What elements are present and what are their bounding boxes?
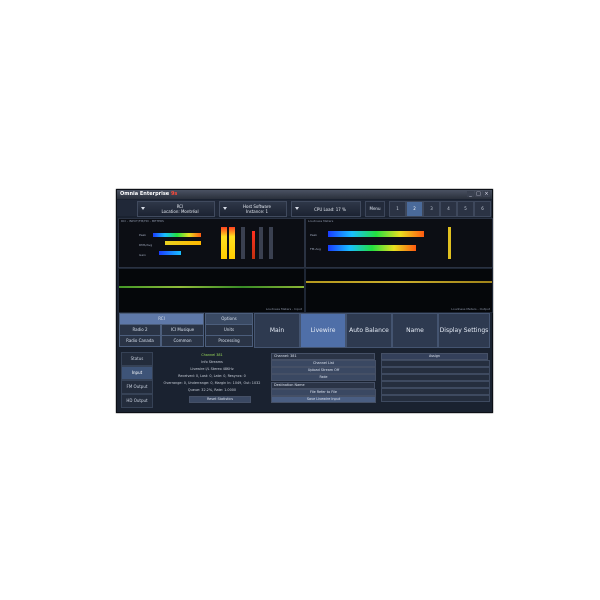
cpu-select[interactable]: CPU Load: 17 % — [291, 201, 361, 217]
minimize-button[interactable]: _ — [467, 191, 474, 197]
chevron-down-icon — [295, 207, 299, 210]
preset-select[interactable]: RCI Location: Montréal — [137, 201, 215, 217]
assign-slot-6[interactable] — [381, 395, 490, 402]
file-refer-button[interactable]: File Refer to File — [271, 389, 376, 396]
sidebar-item-fm-output[interactable]: FM Output — [121, 380, 153, 394]
assign-slot-4[interactable] — [381, 381, 490, 388]
level-bar-2 — [229, 227, 235, 259]
peak-meter-bar — [153, 233, 201, 237]
input-meter-panel: RCI - INPUT/FM/HD - METERS Peak RMS/Avg … — [118, 218, 305, 268]
channel-status: Channel 381 — [201, 353, 223, 357]
output-avg-bar — [328, 245, 416, 251]
output-avg-label: FM-Avg — [310, 247, 321, 251]
save-livewire-button[interactable]: Save Livewire Input — [271, 396, 376, 403]
peak-meter-label: Peak — [139, 233, 147, 237]
title-bar: Omnia Enterprise 9s _ □ × — [117, 190, 492, 199]
status-line-2: Livewire I/L Stereo 48KHz — [190, 367, 234, 371]
rms-meter-label: RMS/Avg — [139, 243, 153, 247]
gain-meter-bar — [159, 251, 181, 255]
output-meter-panel-label: Loudness Meters — [308, 219, 334, 223]
sidebar-item-hd-output[interactable]: HD Output — [121, 394, 153, 408]
chevron-down-icon — [141, 207, 145, 210]
input-meter-panel-label: RCI - INPUT/FM/HD - METERS — [121, 219, 164, 223]
status-line-5: Queue: 32.2%, Rate: 1.0000 — [187, 388, 237, 392]
assign-slot-5[interactable] — [381, 388, 490, 395]
level-bar-4 — [252, 231, 255, 259]
input-scope: Loudness Meters - Input — [118, 268, 305, 313]
level-bar-1 — [221, 227, 227, 259]
output-meter-panel: Loudness Meters Peak FM-Avg — [305, 218, 493, 268]
upload-stream-button[interactable]: Upload Stream Off — [271, 367, 376, 374]
channel-list-button[interactable]: Channel List — [271, 360, 376, 367]
preset-button-6[interactable]: 6 — [474, 201, 491, 217]
level-bar-5 — [259, 227, 263, 259]
level-bar-3 — [241, 227, 245, 259]
preset-button-3[interactable]: 3 — [423, 201, 440, 217]
output-scope: Loudness Meters - Output — [305, 268, 493, 313]
output-scope-caption: Loudness Meters - Output — [451, 307, 490, 311]
assign-slot-2[interactable] — [381, 367, 490, 374]
reset-statistics-button[interactable]: Reset Statistics — [189, 396, 251, 403]
output-peak-label: Peak — [310, 233, 318, 237]
window-title: Omnia Enterprise 9s — [120, 190, 177, 199]
destination-name-field[interactable]: Destination Name — [271, 382, 375, 389]
sidebar-item-input[interactable]: Input — [121, 366, 153, 380]
output-peak-bar — [328, 231, 424, 237]
output-level-marker — [448, 227, 451, 259]
close-button[interactable]: × — [483, 191, 490, 197]
channel-field[interactable]: Channel: 381 — [271, 353, 375, 360]
gain-meter-label: Gain — [139, 253, 146, 257]
status-line-4: Overrange: 0, Underrange: 0, Margin In: … — [163, 381, 261, 385]
assign-header[interactable]: Assign — [381, 353, 488, 360]
chevron-down-icon — [223, 207, 227, 210]
input-scope-caption: Loudness Meters - Input — [265, 307, 302, 311]
tab-name[interactable]: Name — [392, 313, 438, 348]
nav-common[interactable]: Common — [161, 335, 204, 347]
output-waveform — [306, 281, 492, 284]
tab-display-settings[interactable]: Display Settings — [438, 313, 490, 348]
preset-location: Location: Montréal — [161, 209, 199, 214]
preset-button-1[interactable]: 1 — [389, 201, 406, 217]
nav-radio-canada[interactable]: Radio Canada — [119, 335, 161, 347]
instance-select[interactable]: Host Software Instance: 1 — [219, 201, 287, 217]
preset-button-5[interactable]: 5 — [457, 201, 474, 217]
rms-meter-bar — [165, 241, 201, 245]
assign-slot-1[interactable] — [381, 360, 490, 367]
app-version-badge: 9s — [170, 191, 178, 197]
fade-button[interactable]: Fade — [271, 374, 376, 381]
tab-auto-balance[interactable]: Auto Balance — [346, 313, 392, 348]
maximize-button[interactable]: □ — [475, 191, 482, 197]
menu-button[interactable]: Menu — [365, 201, 385, 217]
assign-slot-3[interactable] — [381, 374, 490, 381]
nav-processing[interactable]: Processing — [205, 335, 253, 347]
tab-main[interactable]: Main — [254, 313, 300, 348]
tab-livewire[interactable]: Livewire — [300, 313, 346, 348]
instance-label: Instance: 1 — [245, 209, 269, 214]
sidebar-item-status[interactable]: Status — [121, 352, 153, 366]
level-bar-6 — [269, 227, 273, 259]
status-line-3: Received: 0, Lost: 0, Late: 0, Resyncs: … — [178, 374, 246, 378]
top-toolbar: RCI Location: Montréal Host Software Ins… — [117, 200, 492, 217]
status-line-1: Info Streams — [201, 360, 223, 364]
app-name: Omnia Enterprise — [120, 191, 170, 197]
input-waveform — [119, 286, 304, 289]
preset-button-4[interactable]: 4 — [440, 201, 457, 217]
app-window: Omnia Enterprise 9s _ □ × RCI Location: … — [116, 189, 493, 413]
cpu-load-label: CPU Load: 17 % — [314, 207, 346, 212]
preset-button-2[interactable]: 2 — [406, 201, 423, 217]
